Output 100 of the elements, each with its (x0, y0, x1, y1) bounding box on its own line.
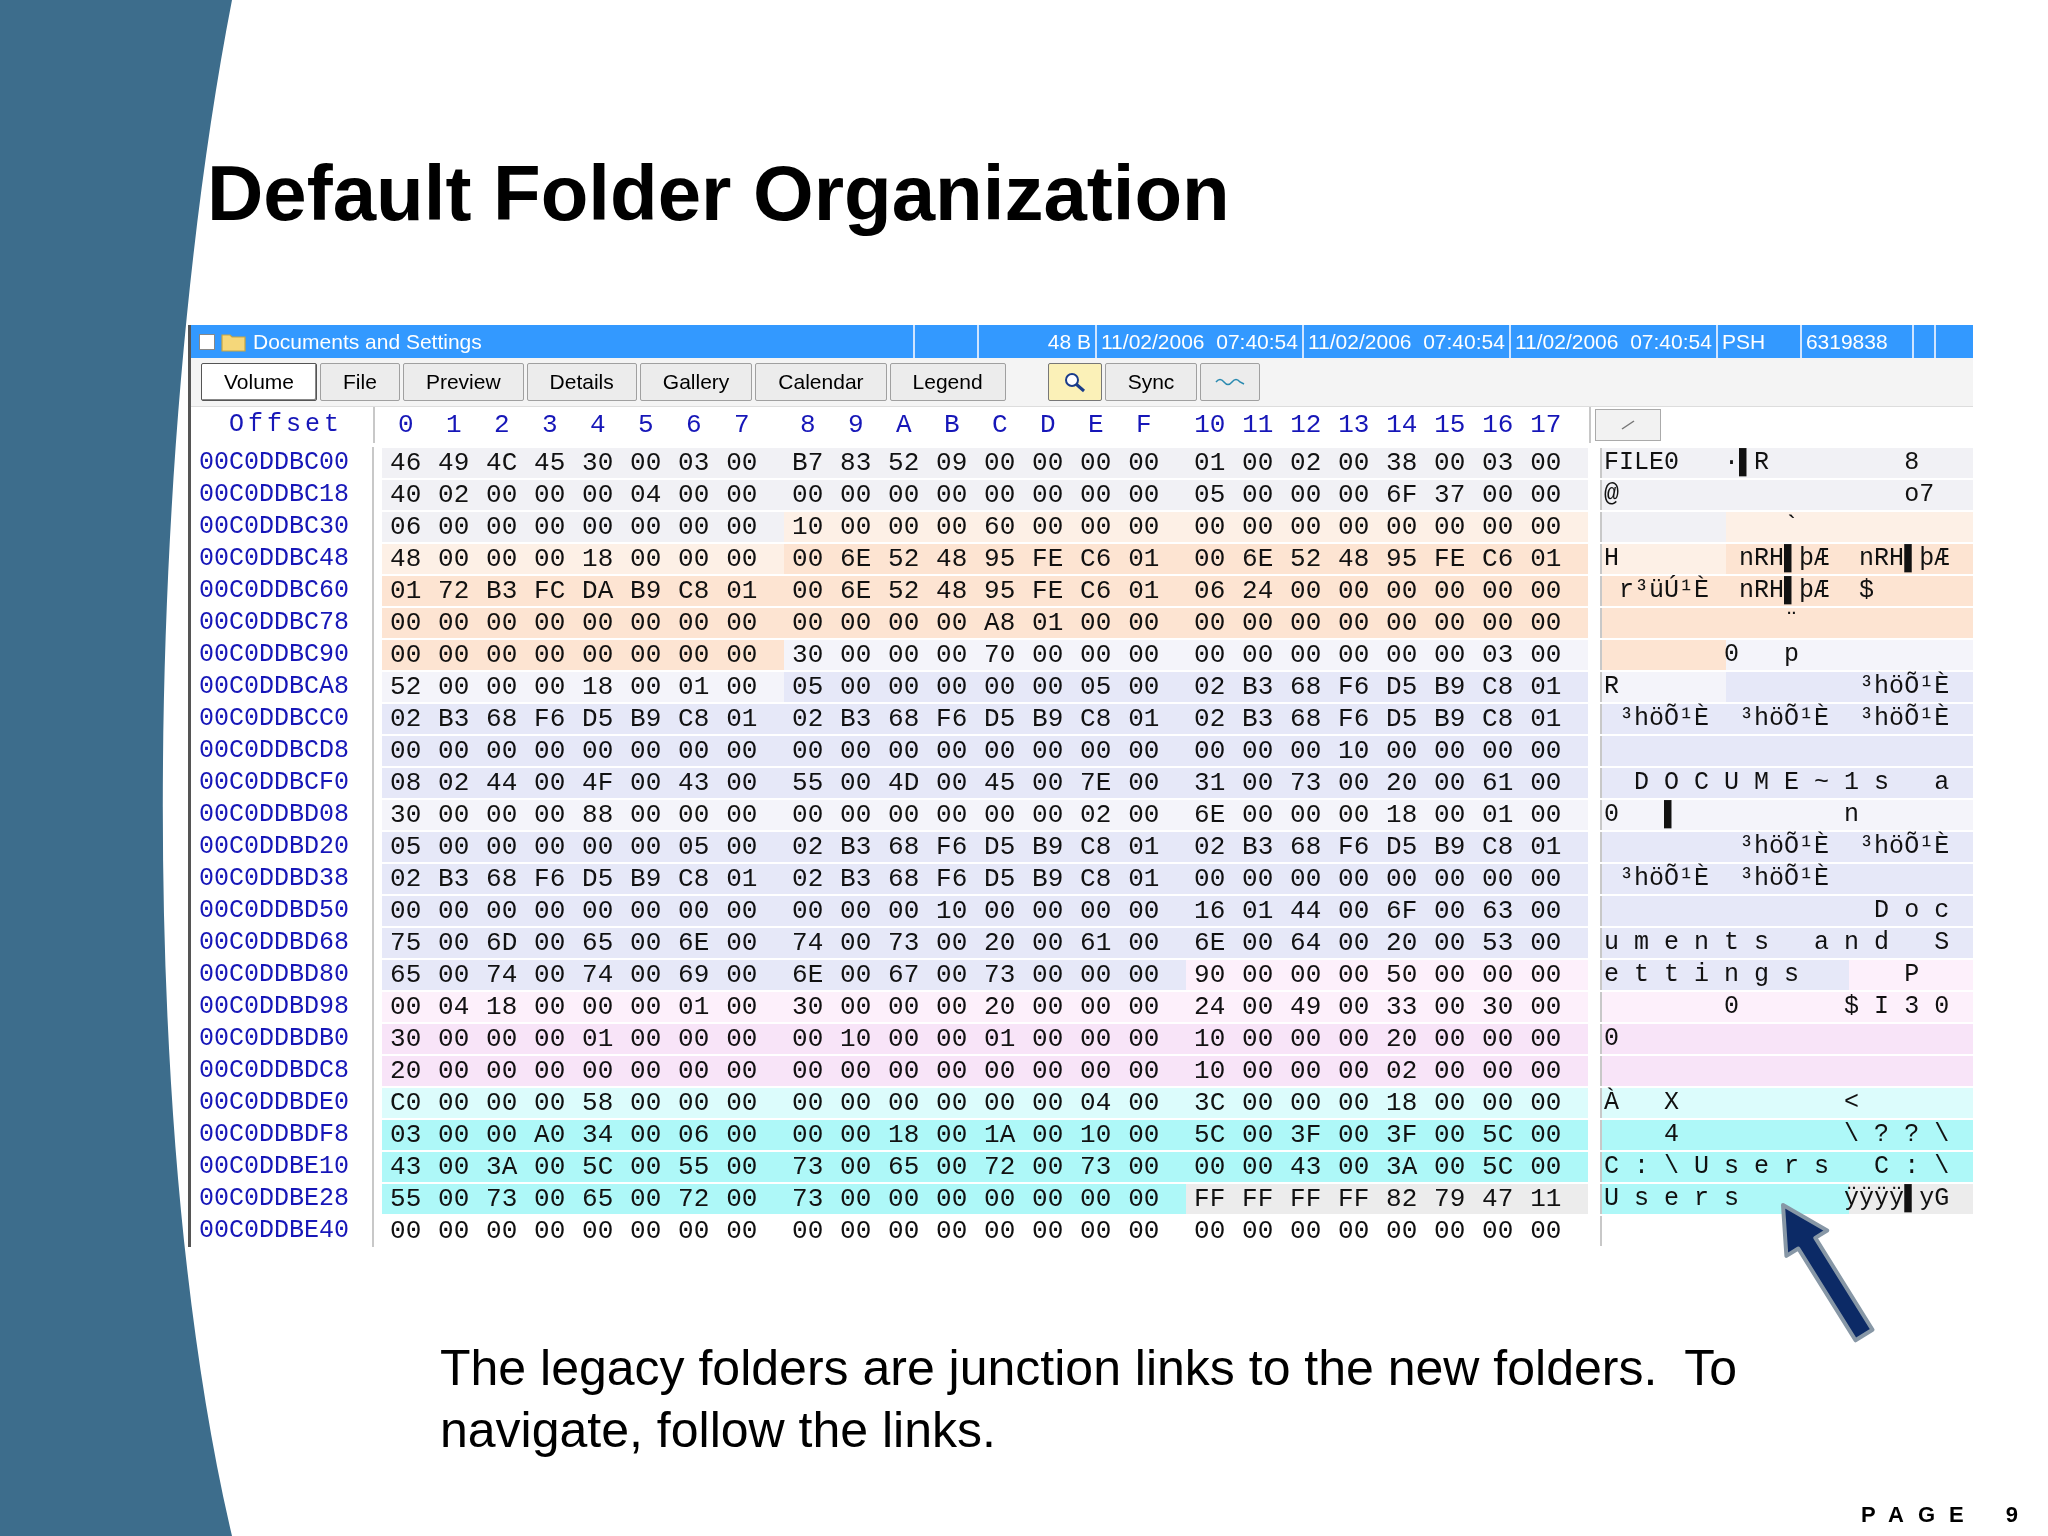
column-label: D (1039, 409, 1057, 442)
offset-cell: 00C0DDBCC0 (191, 703, 375, 735)
hex-bytes: 00 6E 52 48 95 FE C6 01 (1186, 544, 1589, 574)
hex-bytes: 00 04 18 00 00 00 01 00 (382, 992, 785, 1022)
ascii-cell: D O C U M E ~ 1 s a (1600, 768, 1973, 798)
hex-bytes: 00 00 00 00 00 00 03 00 (1186, 640, 1589, 670)
hex-bytes: 02 B3 68 F6 D5 B9 C8 01 (1186, 832, 1589, 862)
hex-bytes: 08 02 44 00 4F 00 43 00 (382, 768, 785, 798)
hex-bytes: 73 00 00 00 00 00 00 00 (784, 1184, 1187, 1214)
hex-bytes: 74 00 73 00 20 00 61 00 (784, 928, 1187, 958)
wave-icon (1215, 376, 1246, 388)
ascii-cell: U s e r s ÿÿÿÿ▌yG (1600, 1184, 1973, 1214)
tab[interactable]: Gallery (639, 363, 753, 401)
hex-bytes: 03 00 00 A0 34 00 06 00 (382, 1120, 785, 1150)
hex-bytes: 31 00 73 00 20 00 61 00 (1186, 768, 1589, 798)
hex-bytes: 6E 00 64 00 20 00 53 00 (1186, 928, 1589, 958)
hex-bytes: 00 00 00 00 00 00 00 00 (784, 1056, 1187, 1086)
hex-bytes: FF FF FF FF 82 79 47 11 (1186, 1184, 1589, 1214)
hex-bytes: 02 B3 68 F6 D5 B9 C8 01 (382, 704, 785, 734)
tab[interactable]: Details (526, 363, 637, 401)
page-label: PAGE (1861, 1502, 1978, 1528)
hex-bytes: 05 00 00 00 00 00 05 00 (784, 672, 1187, 702)
hex-bytes: 05 00 00 00 6F 37 00 00 (1186, 480, 1589, 510)
ascii-cell: ³höÕ¹È ³höÕ¹È (1600, 832, 1973, 862)
search-button[interactable] (1047, 363, 1102, 401)
column-label: 12 (1289, 409, 1323, 442)
hex-bytes: 10 00 00 00 60 00 00 00 (784, 512, 1187, 542)
hex-bytes: 00 00 00 10 00 00 00 00 (784, 896, 1187, 926)
hex-bytes: 30 00 00 00 70 00 00 00 (784, 640, 1187, 670)
tab[interactable]: Legend (889, 363, 1006, 401)
column-label: 17 (1529, 409, 1563, 442)
hex-bytes: 00 00 00 00 00 00 00 00 (1186, 864, 1589, 894)
wave-button[interactable] (1200, 363, 1261, 401)
hex-bytes: 10 00 00 00 02 00 00 00 (1186, 1056, 1589, 1086)
hex-bytes: 00 00 00 00 A8 01 00 00 (784, 608, 1187, 638)
sync-button[interactable]: Sync (1104, 363, 1198, 401)
ascii-cell: H nRH▌þÆ nRH▌þÆ (1600, 544, 1973, 574)
offset-cell: 00C0DDBDF8 (191, 1119, 375, 1151)
hex-bytes: 01 00 02 00 38 00 03 00 (1186, 448, 1589, 478)
offset-cell: 00C0DDBD38 (191, 863, 375, 895)
offset-header: Offset (191, 407, 376, 443)
ascii-cell: r³üÚ¹È nRH▌þÆ $ (1600, 576, 1973, 606)
offset-cell: 00C0DDBDC8 (191, 1055, 375, 1087)
column-label: C (991, 409, 1009, 442)
offset-cell: 00C0DDBD80 (191, 959, 375, 991)
column-label: A (895, 409, 913, 442)
pen-button[interactable] (1595, 409, 1662, 441)
offset-cell: 00C0DDBCF0 (191, 767, 375, 799)
hex-bytes: 00 00 00 00 00 00 00 00 (1186, 512, 1589, 542)
ascii-cell: FILE0 ·▌R 8 (1600, 448, 1973, 478)
hex-bytes: C0 00 00 00 58 00 00 00 (382, 1088, 785, 1118)
hex-bytes: 43 00 3A 00 5C 00 55 00 (382, 1152, 785, 1182)
hex-bytes: 46 49 4C 45 30 00 03 00 (382, 448, 785, 478)
column-label: E (1087, 409, 1105, 442)
offset-cell: 00C0DDBD68 (191, 927, 375, 959)
tab[interactable]: Volume (201, 363, 318, 401)
hex-bytes: 02 B3 68 F6 D5 B9 C8 01 (784, 832, 1187, 862)
ascii-cell: 4 \ ? ? \ (1600, 1120, 1973, 1150)
column-label: 14 (1385, 409, 1419, 442)
hex-bytes: 00 00 00 00 00 00 02 00 (784, 800, 1187, 830)
hex-bytes: 00 00 00 00 00 00 00 00 (382, 640, 785, 670)
ascii-cell: D o c (1600, 896, 1973, 926)
hex-bytes: 30 00 00 00 01 00 00 00 (382, 1024, 785, 1054)
offset-cell: 00C0DDBE40 (191, 1215, 375, 1247)
ascii-cell: 0 (1600, 1024, 1973, 1054)
offset-cell: 00C0DDBC30 (191, 511, 375, 543)
ascii-cell: C : \ U s e r s C : \ (1600, 1152, 1973, 1182)
hex-bytes: B7 83 52 09 00 00 00 00 (784, 448, 1187, 478)
hex-bytes: 00 00 00 10 00 00 00 00 (1186, 736, 1589, 766)
checkbox[interactable] (199, 333, 215, 350)
ascii-cell: @ o7 (1600, 480, 1973, 510)
column-label: 13 (1337, 409, 1371, 442)
tab[interactable]: Preview (402, 363, 524, 401)
hex-bytes: 55 00 73 00 65 00 72 00 (382, 1184, 785, 1214)
column-label: 16 (1481, 409, 1515, 442)
hex-bytes: 00 6E 52 48 95 FE C6 01 (784, 576, 1187, 606)
hex-bytes: 5C 00 3F 00 3F 00 5C 00 (1186, 1120, 1589, 1150)
column-label: 0 (397, 409, 415, 442)
offset-cell: 00C0DDBD08 (191, 799, 375, 831)
column-label: F (1135, 409, 1153, 442)
folder-name: Documents and Settings (253, 329, 483, 354)
hex-bytes: 02 B3 68 F6 D5 B9 C8 01 (1186, 704, 1589, 734)
ascii-cell: ³höÕ¹È ³höÕ¹È (1600, 864, 1973, 894)
hex-bytes: 05 00 00 00 00 00 05 00 (382, 832, 785, 862)
hex-bytes: 00 00 00 00 00 00 00 00 (382, 736, 785, 766)
hex-bytes: 00 00 00 00 00 00 04 00 (784, 1088, 1187, 1118)
offset-cell: 00C0DDBDE0 (191, 1087, 375, 1119)
column-label: 11 (1241, 409, 1275, 442)
ascii-cell: ³höÕ¹È ³höÕ¹È ³höÕ¹È (1600, 704, 1973, 734)
hex-bytes: 3C 00 00 00 18 00 00 00 (1186, 1088, 1589, 1118)
hex-bytes: 00 00 00 00 00 00 00 00 (382, 608, 785, 638)
hex-bytes: 00 00 00 00 00 00 00 00 (382, 896, 785, 926)
column-label: 8 (799, 409, 817, 442)
tab[interactable]: Calendar (755, 363, 887, 401)
slide-title: Default Folder Organization (207, 150, 1231, 236)
hex-bytes: 55 00 4D 00 45 00 7E 00 (784, 768, 1187, 798)
hex-bytes: 02 B3 68 F6 D5 B9 C8 01 (784, 864, 1187, 894)
hex-bytes: 00 10 00 00 01 00 00 00 (784, 1024, 1187, 1054)
hex-bytes: 6E 00 67 00 73 00 00 00 (784, 960, 1187, 990)
tab[interactable]: File (320, 363, 400, 401)
